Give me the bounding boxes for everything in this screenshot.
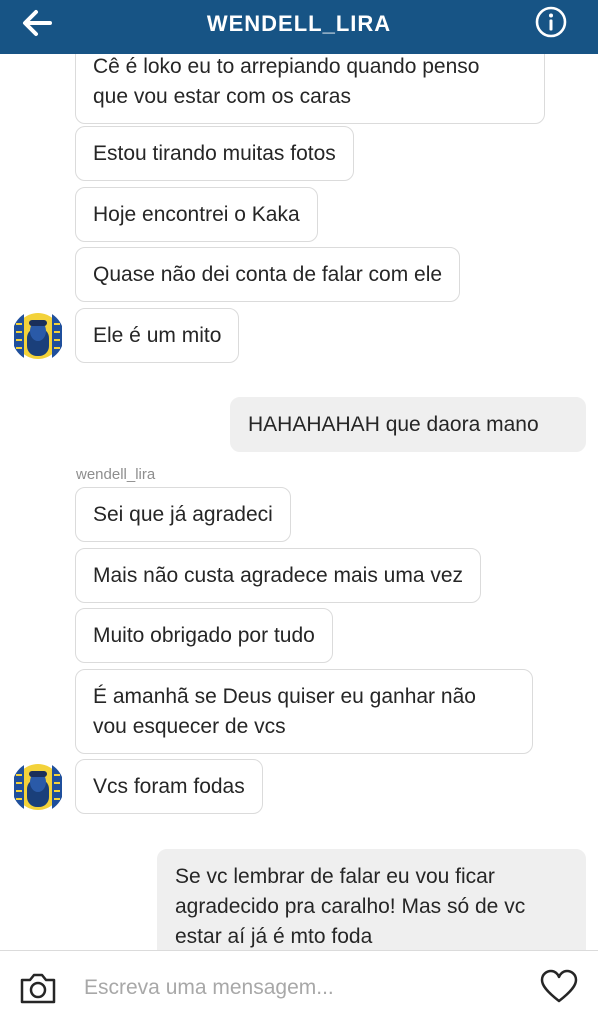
message-bubble[interactable]: Muito obrigado por tudo xyxy=(75,608,333,663)
camera-icon xyxy=(20,973,56,1004)
like-button[interactable] xyxy=(540,969,578,1005)
message-bubble[interactable]: Vcs foram fodas xyxy=(75,759,263,814)
message-text: É amanhã se Deus quiser eu ganhar não xyxy=(93,685,476,708)
avatar[interactable] xyxy=(12,310,64,362)
message-text: agradecido pra caralho! Mas só de vc xyxy=(175,895,526,918)
message-bubble[interactable]: Hoje encontrei o Kaka xyxy=(75,187,318,242)
message-bubble[interactable]: Mais não custa agradece mais uma vez xyxy=(75,548,482,603)
message-text: Se vc lembrar de falar eu vou ficar xyxy=(175,865,495,888)
message-bubble[interactable]: Ele é um mito xyxy=(75,308,240,363)
camera-button[interactable] xyxy=(18,970,58,1006)
heart-icon xyxy=(540,969,578,1003)
message-text: HAHAHAHAH que daora mano xyxy=(248,413,539,436)
message-text: Cê é loko eu to arrepiando quando penso xyxy=(93,55,480,78)
message-text: Estou tirando muitas fotos xyxy=(93,142,336,165)
message-bubble[interactable]: HAHAHAHAH que daora mano xyxy=(230,397,586,452)
message-text: Hoje encontrei o Kaka xyxy=(93,203,300,226)
message-text: vou esquecer de vcs xyxy=(93,715,286,738)
info-button[interactable] xyxy=(534,5,568,39)
message-bubble[interactable]: Quase não dei conta de falar com ele xyxy=(75,247,461,302)
message-bubble[interactable]: É amanhã se Deus quiser eu ganhar não vo… xyxy=(75,669,533,754)
message-bubble[interactable]: Cê é loko eu to arrepiando quando penso … xyxy=(75,54,545,124)
avatar[interactable] xyxy=(12,761,64,813)
message-text: Vcs foram fodas xyxy=(93,775,245,798)
chat-header: WENDELL_LIRA xyxy=(0,0,598,54)
message-composer xyxy=(0,950,598,1024)
message-text: estar aí já é mto foda xyxy=(175,925,373,948)
message-text: Mais não custa agradece mais uma vez xyxy=(93,564,464,587)
message-text: que vou estar com os caras xyxy=(93,85,351,108)
message-text: Sei que já agradeci xyxy=(93,503,273,526)
message-input[interactable] xyxy=(84,973,514,1003)
message-bubble[interactable]: Estou tirando muitas fotos xyxy=(75,126,354,181)
message-bubble[interactable]: Sei que já agradeci xyxy=(75,487,291,542)
message-bubble[interactable]: Se vc lembrar de falar eu vou ficar agra… xyxy=(157,849,586,950)
page-title[interactable]: WENDELL_LIRA xyxy=(0,11,598,37)
message-text: Muito obrigado por tudo xyxy=(93,624,315,647)
sender-name: wendell_lira xyxy=(76,466,156,483)
message-thread[interactable]: Cê é loko eu to arrepiando quando penso … xyxy=(0,54,598,950)
message-text: Quase não dei conta de falar com ele xyxy=(93,263,443,286)
info-circle-icon xyxy=(535,6,567,38)
message-text: Ele é um mito xyxy=(93,324,222,347)
